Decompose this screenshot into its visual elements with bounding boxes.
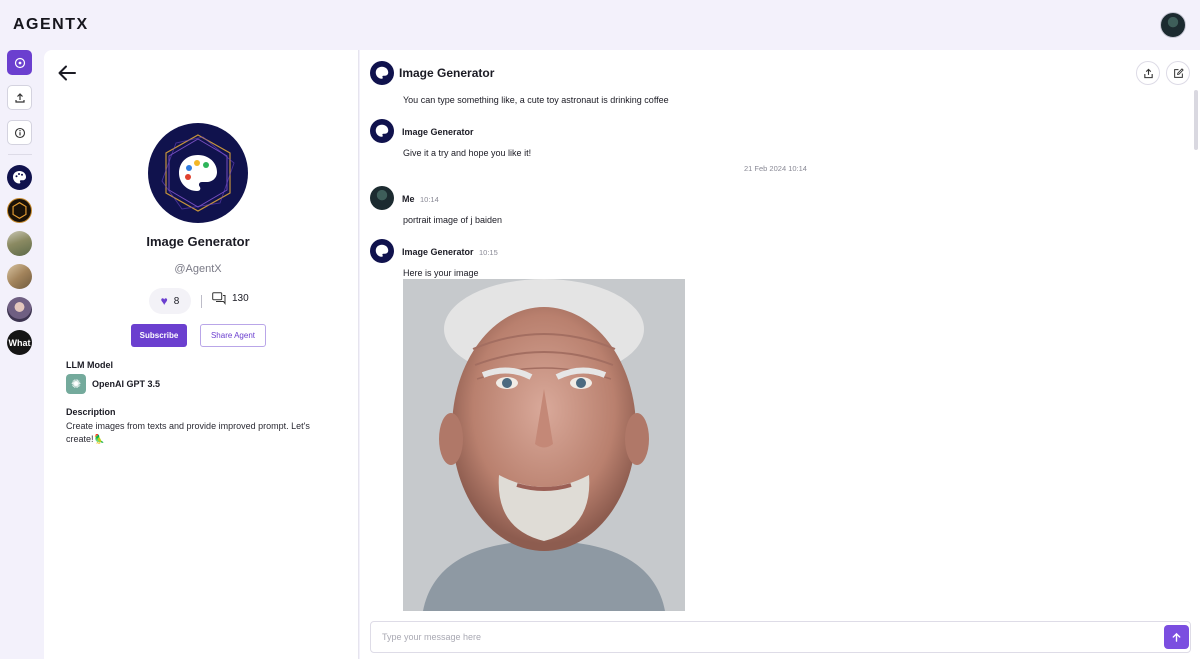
rail-divider — [8, 154, 32, 155]
palette-icon — [375, 66, 389, 79]
message-text: Here is your image — [403, 268, 479, 278]
hexagon-icon — [12, 201, 27, 220]
message-sender: Image Generator — [402, 247, 474, 257]
comments-stat[interactable]: 130 — [212, 292, 249, 305]
agent-profile-panel: Image Generator @AgentX ♥ 8 130 Subscrib… — [44, 50, 359, 659]
llm-model: ✺ OpenAI GPT 3.5 — [66, 374, 160, 394]
send-button[interactable] — [1164, 625, 1189, 649]
heart-icon: ♥ — [160, 294, 168, 308]
llm-model-name: OpenAI GPT 3.5 — [92, 379, 161, 389]
description-title: Description — [66, 407, 116, 417]
message-sender: Me — [402, 194, 415, 204]
portrait-image — [403, 279, 685, 611]
app-logo[interactable]: AGENTX — [13, 16, 89, 34]
upload-icon — [14, 92, 25, 103]
edit-icon — [1173, 67, 1184, 78]
agent-handle: @AgentX — [174, 263, 222, 275]
agent-name: Image Generator — [146, 234, 250, 249]
arrow-up-icon — [1172, 632, 1181, 642]
chat-scrollbar[interactable] — [1194, 90, 1198, 150]
chat-panel: Image Generator You can type something l… — [360, 50, 1200, 659]
message-text: You can type something like, a cute toy … — [403, 95, 669, 105]
upload-button[interactable] — [7, 85, 32, 110]
left-rail: What — [0, 50, 44, 659]
openai-icon: ✺ — [66, 374, 86, 394]
edit-button[interactable] — [1166, 61, 1190, 85]
message-date: 21 Feb 2024 10:14 — [744, 164, 807, 173]
me-avatar — [370, 186, 394, 210]
share-button[interactable] — [1136, 61, 1160, 85]
message-text: Give it a try and hope you like it! — [403, 148, 532, 158]
likes-count: 8 — [173, 295, 180, 307]
message-sender: Image Generator — [402, 127, 474, 137]
user-avatar[interactable] — [1160, 12, 1186, 38]
palette-icon — [375, 244, 389, 257]
rail-agent-landscape[interactable] — [7, 231, 32, 256]
chat-header-avatar — [370, 61, 394, 85]
share-icon — [1143, 68, 1153, 78]
share-agent-button[interactable]: Share Agent — [200, 324, 266, 347]
description-text: Create images from texts and provide imp… — [66, 421, 310, 444]
chat-title: Image Generator — [399, 66, 495, 80]
palette-logo-icon — [161, 134, 235, 212]
like-button[interactable]: ♥ 8 — [149, 288, 191, 314]
explore-button[interactable] — [7, 50, 32, 75]
back-button[interactable] — [56, 62, 80, 86]
stats-divider — [201, 295, 202, 308]
message-time: 10:15 — [479, 248, 498, 257]
comments-count: 130 — [232, 293, 249, 304]
compass-icon — [14, 57, 25, 68]
rail-agent-hexagon[interactable] — [7, 198, 32, 223]
rail-agent-what[interactable]: What — [7, 330, 32, 355]
arrow-left-icon — [58, 65, 76, 81]
message-text: portrait image of j baiden — [403, 215, 503, 225]
rail-agent-what-label: What — [8, 337, 31, 348]
subscribe-button[interactable]: Subscribe — [131, 324, 187, 347]
message-avatar — [370, 119, 394, 143]
comments-icon — [212, 292, 226, 305]
generated-image[interactable] — [403, 279, 685, 611]
info-icon — [14, 127, 25, 138]
palette-icon — [375, 124, 389, 137]
agent-logo — [148, 123, 248, 223]
message-avatar — [370, 239, 394, 263]
rail-agent-image-generator[interactable] — [7, 165, 32, 190]
rail-agent-portrait[interactable] — [7, 297, 32, 322]
llm-model-title: LLM Model — [66, 360, 113, 370]
rail-agent-painting[interactable] — [7, 264, 32, 289]
top-bar: AGENTX — [0, 0, 1200, 50]
message-time: 10:14 — [420, 195, 439, 204]
message-input[interactable] — [382, 622, 1142, 652]
info-button[interactable] — [7, 120, 32, 145]
message-composer — [370, 621, 1191, 653]
palette-icon — [13, 171, 26, 184]
